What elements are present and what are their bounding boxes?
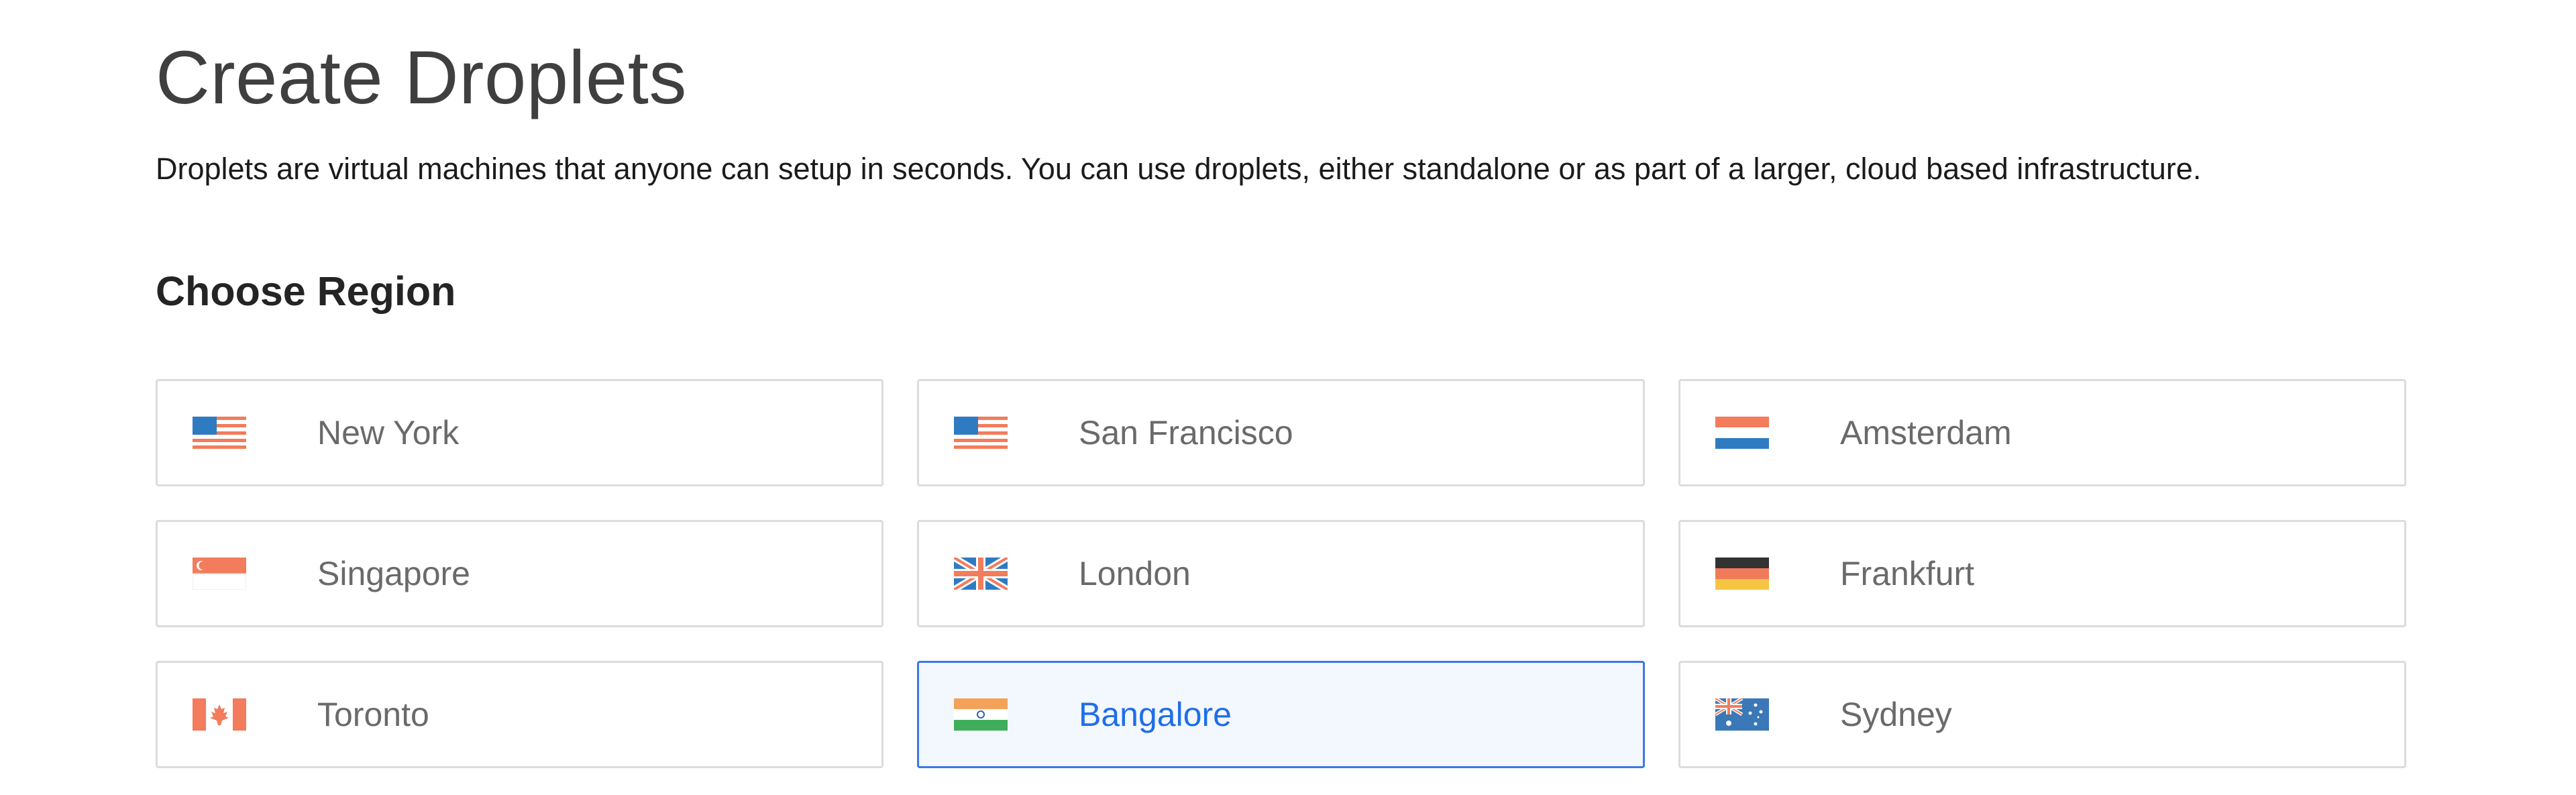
region-option-singapore[interactable]: Singapore xyxy=(156,520,883,627)
create-droplets-page: Create Droplets Droplets are virtual mac… xyxy=(156,0,2406,768)
region-option-san-francisco[interactable]: San Francisco xyxy=(917,379,1645,486)
region-option-amsterdam[interactable]: Amsterdam xyxy=(1678,379,2406,486)
region-grid: New York San Francisco Amsterdam Singapo… xyxy=(156,379,2406,768)
us-flag-icon xyxy=(954,417,1008,449)
region-label: London xyxy=(1079,555,1191,592)
page-title: Create Droplets xyxy=(156,36,687,119)
netherlands-flag-icon xyxy=(1715,417,1769,449)
region-label: New York xyxy=(317,414,460,452)
singapore-flag-icon xyxy=(193,558,246,590)
uk-flag-icon xyxy=(954,558,1008,590)
region-label: Singapore xyxy=(317,555,470,592)
page-description: Droplets are virtual machines that anyon… xyxy=(156,152,2202,186)
us-flag-icon xyxy=(193,417,246,449)
region-option-london[interactable]: London xyxy=(917,520,1645,627)
region-option-toronto[interactable]: Toronto xyxy=(156,661,883,768)
region-label: San Francisco xyxy=(1079,414,1293,452)
germany-flag-icon xyxy=(1715,558,1769,590)
region-option-frankfurt[interactable]: Frankfurt xyxy=(1678,520,2406,627)
australia-flag-icon xyxy=(1715,698,1769,731)
region-option-bangalore[interactable]: Bangalore xyxy=(917,661,1645,768)
region-label: Amsterdam xyxy=(1840,414,2012,452)
region-label: Sydney xyxy=(1840,696,1952,733)
region-label: Frankfurt xyxy=(1840,555,1975,592)
region-option-new-york[interactable]: New York xyxy=(156,379,883,486)
canada-flag-icon xyxy=(193,698,246,731)
choose-region-heading: Choose Region xyxy=(156,268,456,314)
region-option-sydney[interactable]: Sydney xyxy=(1678,661,2406,768)
region-label: Bangalore xyxy=(1079,696,1232,733)
region-label: Toronto xyxy=(317,696,429,733)
india-flag-icon xyxy=(954,698,1008,731)
